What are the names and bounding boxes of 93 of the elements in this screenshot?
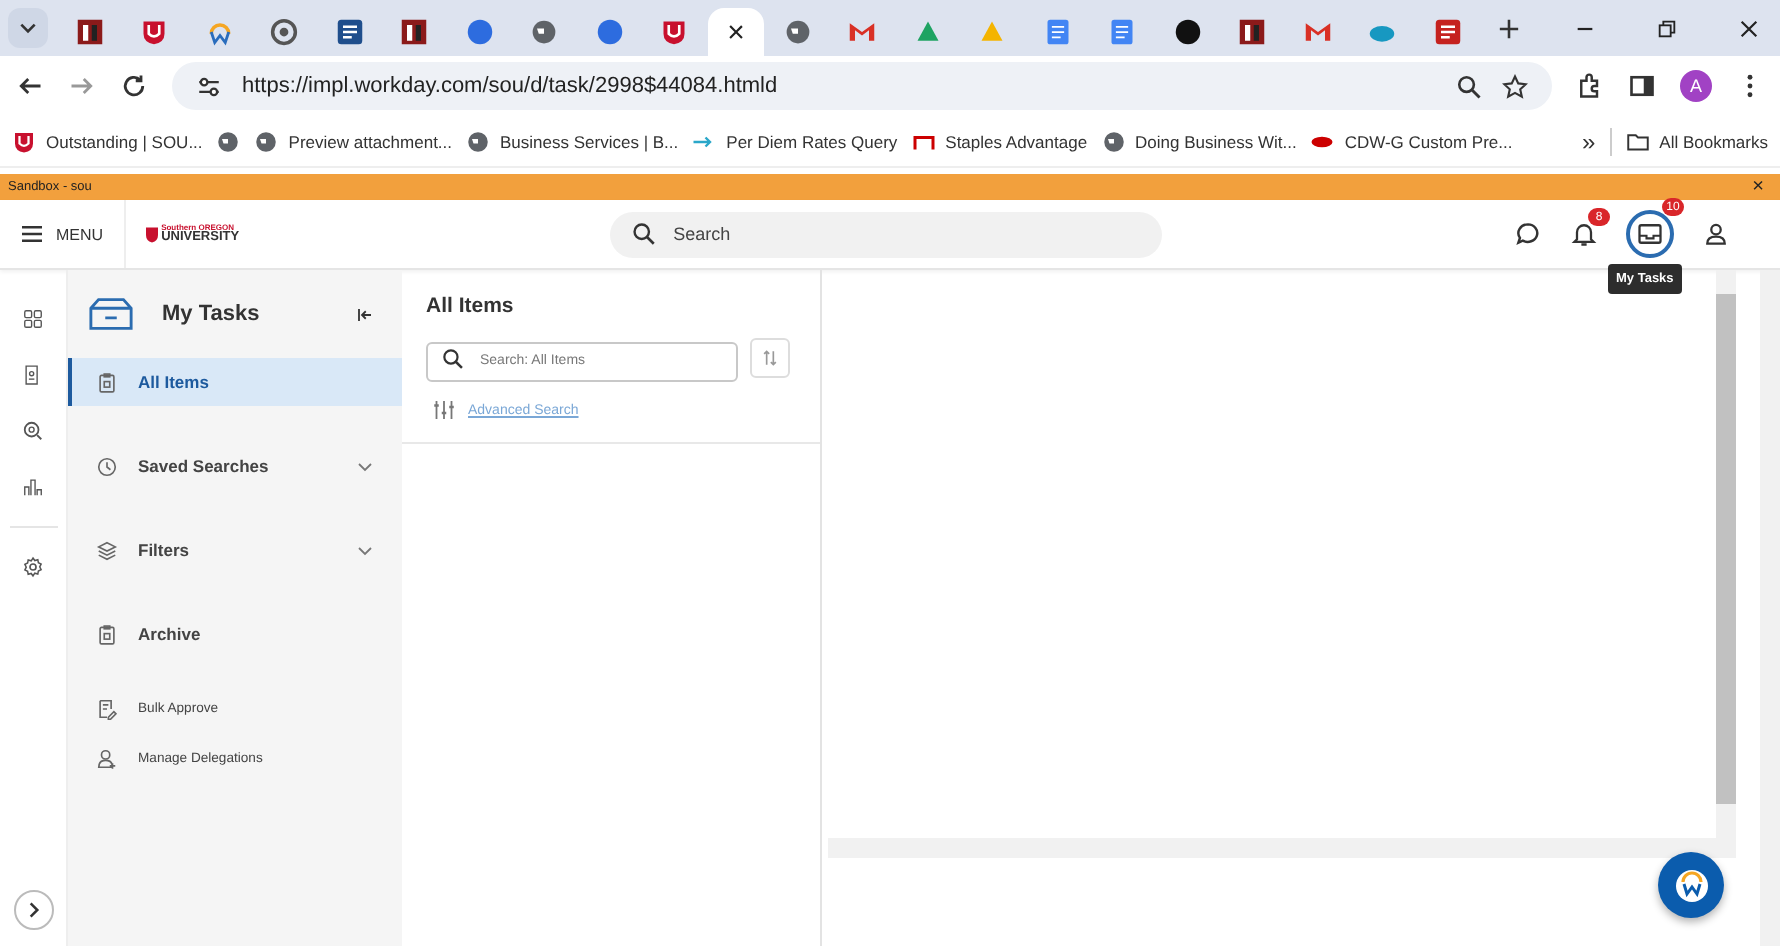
site-settings-icon[interactable] bbox=[196, 73, 222, 99]
favicon-icon bbox=[1433, 18, 1462, 46]
nav-item[interactable]: Saved Searches bbox=[68, 442, 402, 490]
forward-arrow-icon[interactable] bbox=[68, 72, 96, 100]
panel-title: My Tasks bbox=[162, 302, 262, 326]
bookmark[interactable]: CDW-G Custom Pre... bbox=[1310, 129, 1513, 153]
assistant-icon bbox=[1671, 865, 1711, 905]
menu-icon bbox=[20, 224, 44, 244]
bookmark[interactable]: Preview attachment... bbox=[254, 129, 453, 153]
clock-icon bbox=[96, 455, 118, 477]
sort-button[interactable] bbox=[750, 338, 790, 378]
bell-icon[interactable] bbox=[1570, 220, 1598, 248]
new-tab-icon[interactable] bbox=[1497, 17, 1519, 39]
favicon-icon bbox=[400, 18, 429, 46]
close-tab-icon: × bbox=[727, 17, 745, 47]
expand-button[interactable] bbox=[13, 890, 53, 930]
more-bookmarks-button[interactable]: » bbox=[1581, 127, 1596, 155]
collapse-panel-icon[interactable] bbox=[356, 305, 374, 323]
dashboard-icon[interactable] bbox=[22, 308, 44, 330]
favicon-icon bbox=[465, 18, 494, 46]
search-icon bbox=[631, 222, 656, 246]
nav-item[interactable]: Filters bbox=[68, 526, 402, 574]
globe-icon bbox=[216, 129, 241, 153]
globe-icon bbox=[783, 18, 812, 46]
mail-icon bbox=[1303, 18, 1332, 46]
assistant-button[interactable] bbox=[1658, 852, 1724, 918]
settings-icon[interactable] bbox=[22, 556, 44, 578]
globe-icon bbox=[530, 18, 559, 46]
person-icon bbox=[96, 748, 118, 770]
browser-tab[interactable]: × bbox=[708, 8, 764, 56]
side-panel-icon[interactable] bbox=[1628, 72, 1656, 100]
shield-icon bbox=[12, 129, 36, 153]
horizontal-scrollbar[interactable] bbox=[828, 838, 1736, 858]
address-bar[interactable]: https://impl.workday.com/sou/d/task/2998$44084.htmld bbox=[172, 62, 1552, 110]
filter-sliders-icon bbox=[432, 398, 456, 422]
list-title: All Items bbox=[426, 294, 516, 318]
vertical-scrollbar[interactable] bbox=[1716, 270, 1736, 838]
search-field[interactable]: Search bbox=[609, 211, 1162, 257]
bookmark[interactable]: Business Services | B... bbox=[466, 129, 679, 153]
star-icon[interactable] bbox=[1502, 73, 1528, 99]
favicon-icon bbox=[75, 18, 104, 46]
nav-item[interactable]: All Items bbox=[68, 358, 402, 406]
triangle-icon bbox=[978, 18, 1007, 46]
triangle-icon bbox=[913, 18, 942, 46]
close-icon[interactable] bbox=[1738, 17, 1760, 39]
url-text: https://impl.workday.com/sou/d/task/2998$44084.htmld bbox=[242, 74, 780, 98]
favicon-icon bbox=[205, 18, 234, 46]
document-edit-icon bbox=[96, 698, 118, 720]
inbox-icon bbox=[1636, 220, 1664, 248]
bookmark[interactable]: Outstanding | SOU... bbox=[12, 129, 203, 153]
globe-icon bbox=[466, 129, 491, 153]
back-arrow-icon[interactable] bbox=[16, 72, 44, 100]
favicon-icon bbox=[1108, 18, 1137, 46]
favicon-icon bbox=[335, 18, 364, 46]
bookmark[interactable] bbox=[216, 129, 241, 153]
tab-search-button[interactable] bbox=[8, 8, 48, 48]
chat-bubble-icon[interactable] bbox=[1514, 220, 1542, 248]
favicon-icon bbox=[595, 18, 624, 46]
sort-icon bbox=[760, 348, 780, 368]
folder-icon bbox=[1625, 129, 1650, 153]
chevron-down-icon bbox=[18, 18, 38, 38]
document-icon[interactable] bbox=[22, 364, 44, 386]
bar-chart-icon[interactable] bbox=[22, 476, 44, 498]
bookmark[interactable]: Per Diem Rates Query bbox=[692, 129, 898, 153]
search-icon bbox=[442, 347, 464, 369]
reload-icon[interactable] bbox=[120, 72, 148, 100]
profile-avatar[interactable]: A bbox=[1680, 70, 1712, 102]
favicon-icon bbox=[1173, 18, 1202, 46]
zoom-icon[interactable] bbox=[1456, 73, 1482, 99]
clipboard-icon bbox=[96, 371, 118, 393]
globe-icon bbox=[1101, 129, 1126, 153]
favicon-icon bbox=[270, 18, 299, 46]
page-scrollbar[interactable] bbox=[1760, 270, 1780, 946]
nav-item[interactable]: Archive bbox=[68, 610, 402, 658]
bookmark[interactable]: Doing Business Wit... bbox=[1101, 129, 1297, 153]
all-bookmarks-folder[interactable]: All Bookmarks bbox=[1625, 129, 1768, 153]
person-icon[interactable] bbox=[1702, 220, 1730, 248]
close-banner-button[interactable]: × bbox=[1752, 176, 1764, 198]
shield-icon bbox=[140, 18, 169, 46]
mail-icon bbox=[848, 18, 877, 46]
shield-icon bbox=[660, 18, 689, 46]
clipboard-icon bbox=[96, 623, 118, 645]
search-icon[interactable] bbox=[22, 420, 44, 442]
bookmark[interactable]: Staples Advantage bbox=[911, 129, 1088, 153]
layers-icon bbox=[96, 539, 118, 561]
favicon-icon bbox=[1043, 18, 1072, 46]
extensions-icon[interactable] bbox=[1576, 72, 1604, 100]
globe-icon bbox=[254, 129, 279, 153]
inbox-tray-icon bbox=[88, 296, 134, 332]
menu-button[interactable]: MENU bbox=[0, 200, 126, 268]
shield-icon bbox=[145, 225, 158, 243]
restore-icon[interactable] bbox=[1656, 17, 1678, 39]
favicon-icon bbox=[1238, 18, 1267, 46]
